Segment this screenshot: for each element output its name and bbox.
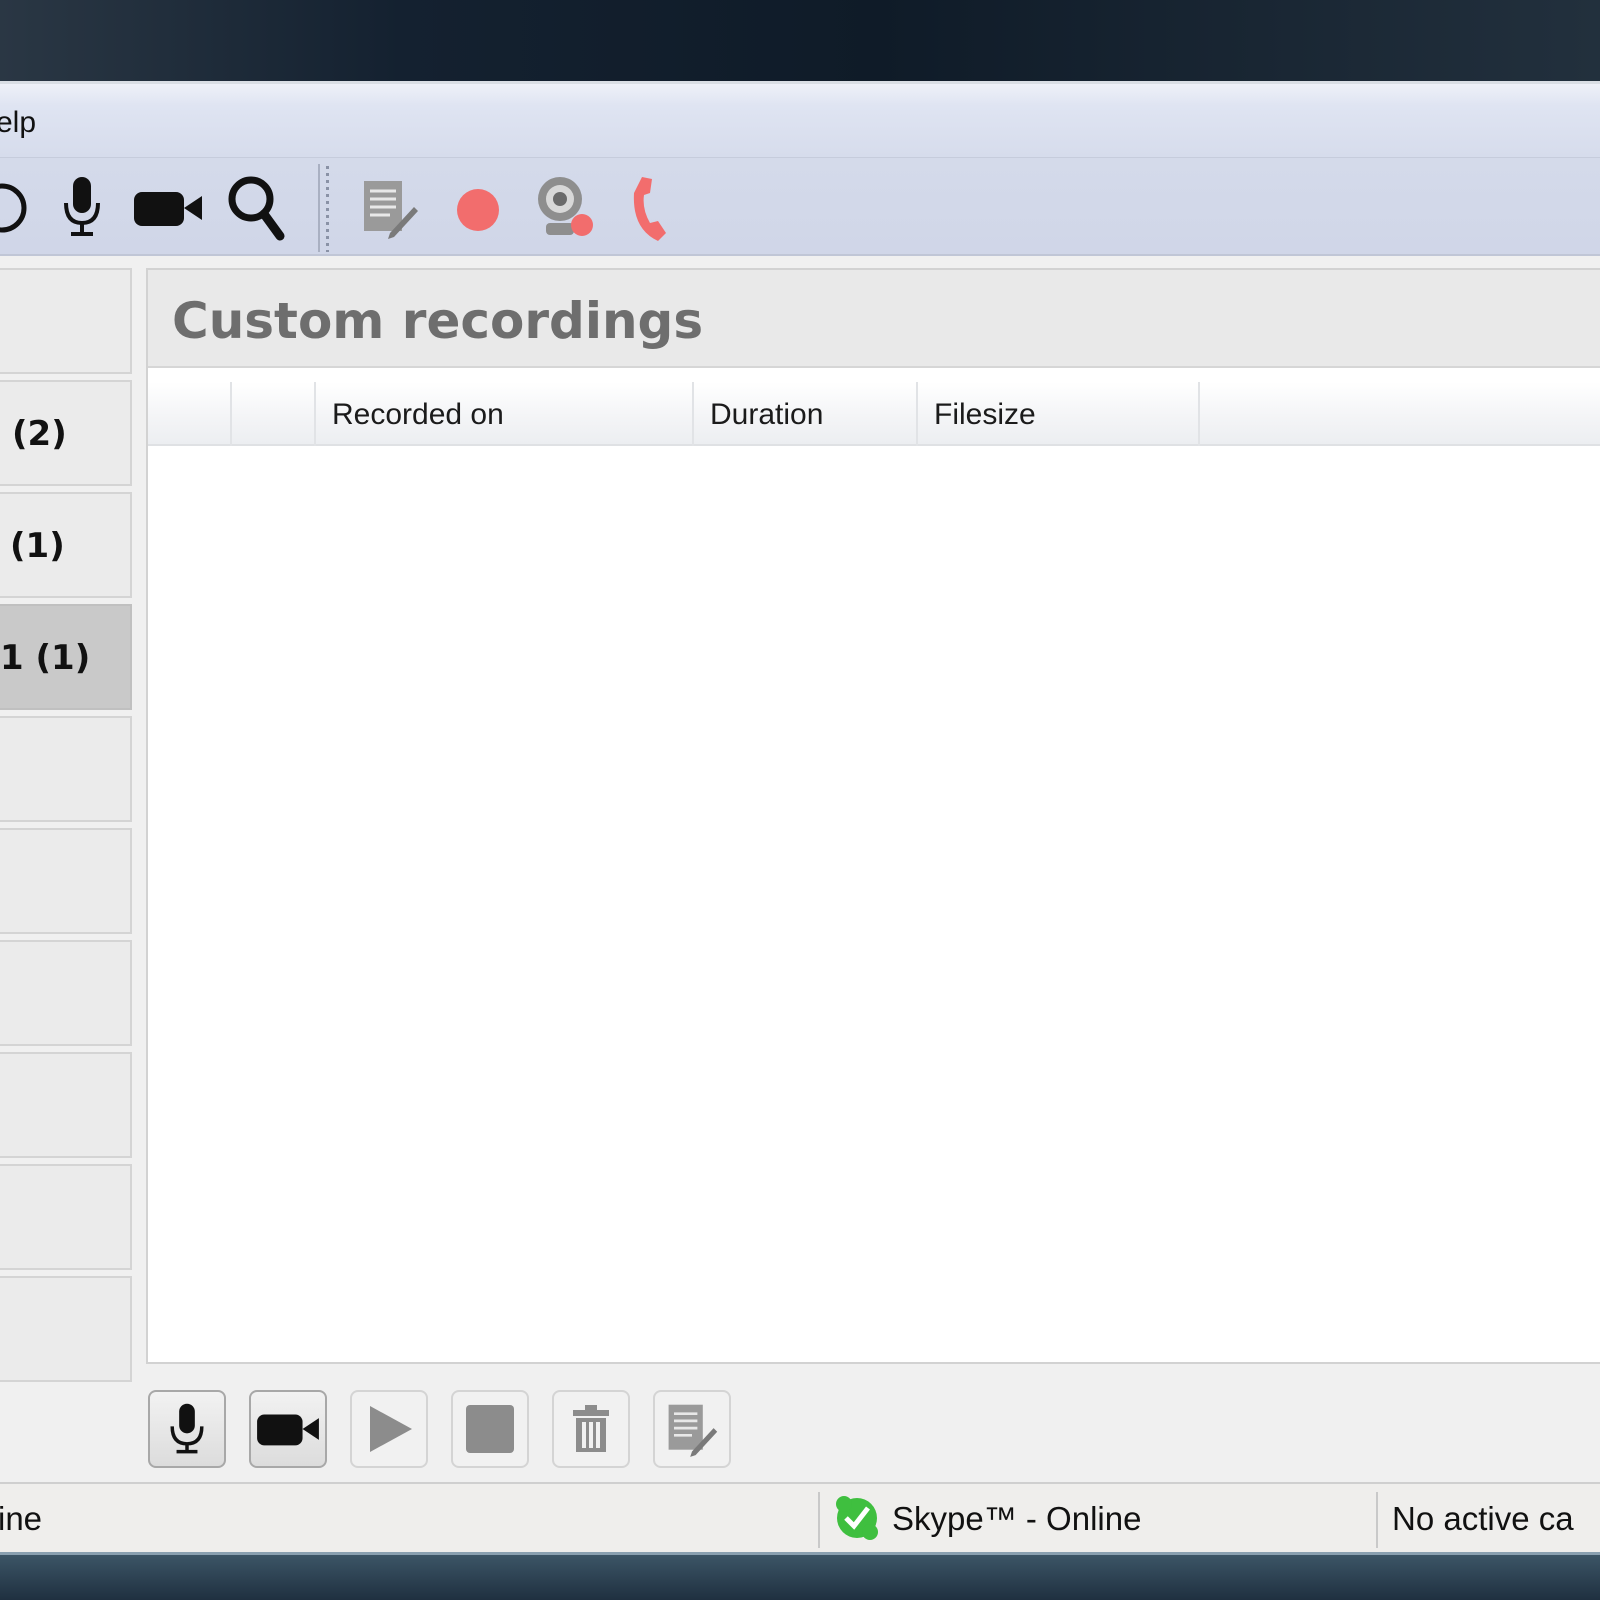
page-title: Custom recordings xyxy=(172,292,704,350)
notes-icon[interactable] xyxy=(350,166,430,250)
sidebar-item[interactable]: (1) xyxy=(0,492,132,598)
play-button[interactable] xyxy=(350,1390,428,1468)
recordings-panel: Custom recordings Recorded on Duration F… xyxy=(146,268,1600,1364)
status-bar: ine Skype™ - Online No active ca xyxy=(0,1482,1600,1552)
sidebar-item[interactable] xyxy=(0,1276,132,1382)
sidebar-item-label: (2) xyxy=(12,414,67,454)
column-header-blank-3[interactable] xyxy=(1200,382,1600,446)
column-header-filesize[interactable]: Filesize xyxy=(918,382,1200,446)
search-icon[interactable] xyxy=(216,166,296,250)
table-header: Recorded on Duration Filesize xyxy=(148,382,1600,446)
webcam-record-icon[interactable] xyxy=(524,166,604,250)
column-header-recorded-on[interactable]: Recorded on xyxy=(316,382,694,446)
record-video-button[interactable] xyxy=(249,1390,327,1468)
toolbar-separator xyxy=(318,160,334,256)
microphone-icon xyxy=(170,1403,204,1454)
status-divider xyxy=(1376,1492,1378,1548)
sidebar-item[interactable] xyxy=(0,716,132,822)
skype-online-icon xyxy=(836,1496,878,1540)
status-connection: ine xyxy=(0,1500,43,1537)
phone-icon[interactable] xyxy=(610,166,690,250)
sidebar-item-label: (1) xyxy=(10,526,65,566)
menu-bar: elp xyxy=(0,84,1600,158)
play-icon xyxy=(370,1406,412,1452)
sidebar-item[interactable] xyxy=(0,828,132,934)
notes-icon xyxy=(668,1404,718,1457)
taskbar-edge xyxy=(0,1552,1600,1600)
notes-button[interactable] xyxy=(653,1390,731,1468)
panel-header: Custom recordings xyxy=(148,270,1600,368)
status-skype: Skype™ - Online xyxy=(834,1484,1141,1554)
microphone-icon[interactable] xyxy=(42,166,122,250)
video-camera-icon xyxy=(257,1414,319,1446)
sidebar-item-selected[interactable]: 1 (1) xyxy=(0,604,132,710)
sidebar-item[interactable]: (2) xyxy=(0,380,132,486)
video-camera-icon[interactable] xyxy=(128,166,208,250)
sidebar-item[interactable] xyxy=(0,1052,132,1158)
sidebar-item[interactable] xyxy=(0,1164,132,1270)
sidebar-item[interactable] xyxy=(0,940,132,1046)
sidebar-item[interactable] xyxy=(0,268,132,374)
status-call: No active ca xyxy=(1392,1500,1574,1537)
trash-icon xyxy=(573,1405,609,1452)
column-header-duration[interactable]: Duration xyxy=(694,382,918,446)
record-icon[interactable] xyxy=(438,166,518,250)
menu-help[interactable]: elp xyxy=(0,106,36,140)
sidebar-item-label: 1 (1) xyxy=(0,638,91,678)
status-divider xyxy=(818,1492,820,1548)
record-audio-button[interactable] xyxy=(148,1390,226,1468)
column-header-blank-1[interactable] xyxy=(148,382,232,446)
stop-button[interactable] xyxy=(451,1390,529,1468)
delete-button[interactable] xyxy=(552,1390,630,1468)
stop-icon xyxy=(466,1405,514,1453)
column-header-blank-2[interactable] xyxy=(232,382,316,446)
window-title-bar xyxy=(0,0,1600,84)
status-skype-text: Skype™ - Online xyxy=(892,1500,1142,1537)
